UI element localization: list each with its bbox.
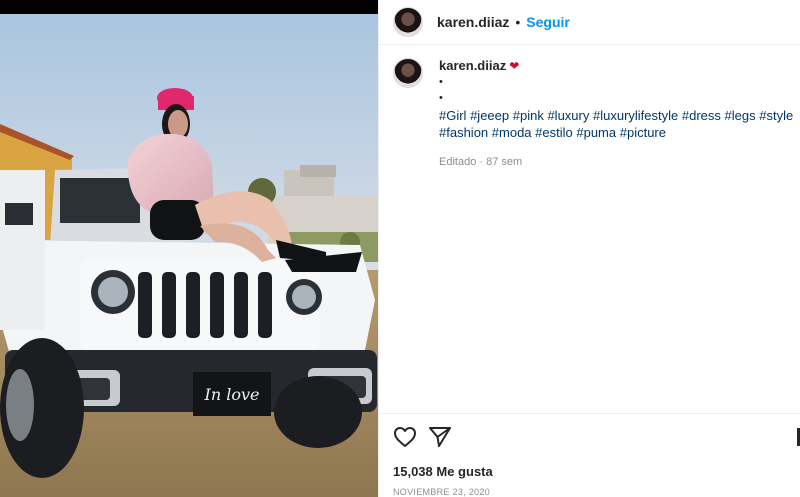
hashtag-link[interactable]: #style xyxy=(759,108,793,123)
hashtag-link[interactable]: #Girl xyxy=(439,108,466,123)
hashtag-link[interactable]: #luxury xyxy=(547,108,589,123)
hashtag-link[interactable]: #moda xyxy=(492,125,532,140)
hashtag-list: #Girl #jeeep #pink #luxury #luxurylifest… xyxy=(439,107,799,141)
meta-separator: · xyxy=(479,156,484,168)
plate-text: In love xyxy=(204,385,260,404)
paper-plane-icon[interactable] xyxy=(429,427,451,447)
hashtag-link[interactable]: #pink xyxy=(513,108,544,123)
caption-avatar[interactable] xyxy=(393,58,423,88)
hashtag-link[interactable]: #dress xyxy=(682,108,721,123)
heart-outline-icon[interactable] xyxy=(393,426,417,448)
edited-label: Editado xyxy=(439,156,477,168)
action-bar xyxy=(379,413,800,458)
separator-dot: • xyxy=(515,14,521,30)
likes-count[interactable]: 15,038 Me gusta xyxy=(393,464,493,479)
author-username[interactable]: karen.diiaz xyxy=(437,14,509,30)
author-avatar[interactable] xyxy=(393,7,423,37)
post-photo[interactable]: In love xyxy=(0,0,378,497)
caption-meta: Editado · 87 sem xyxy=(439,154,799,170)
photo-illustration: In love xyxy=(0,14,378,497)
hashtag-link[interactable]: #jeeep xyxy=(470,108,509,123)
caption-body: karen.diiaz ❤ • • #Girl #jeeep #pink #lux… xyxy=(439,58,799,170)
caption-bullet: • xyxy=(439,76,443,88)
hashtag-link[interactable]: #picture xyxy=(620,125,666,140)
heart-emoji-icon: ❤ xyxy=(509,59,520,73)
post-header: karen.diiaz • Seguir xyxy=(379,0,800,45)
hashtag-link[interactable]: #fashion xyxy=(439,125,488,140)
caption-bullet: • xyxy=(439,92,443,104)
post-caption: karen.diiaz ❤ • • #Girl #jeeep #pink #lux… xyxy=(379,58,800,170)
likes-number: 15,038 xyxy=(393,464,433,479)
hashtag-link[interactable]: #estilo xyxy=(535,125,573,140)
follow-button[interactable]: Seguir xyxy=(526,14,570,30)
hashtag-link[interactable]: #legs xyxy=(725,108,756,123)
hashtag-link[interactable]: #puma xyxy=(576,125,616,140)
caption-username[interactable]: karen.diiaz xyxy=(439,58,506,73)
post-age[interactable]: 87 sem xyxy=(486,156,522,168)
hashtag-link[interactable]: #luxurylifestyle xyxy=(593,108,678,123)
post-side-panel: karen.diiaz • Seguir karen.diiaz ❤ • • #G… xyxy=(378,0,800,497)
post-date[interactable]: NOVIEMBRE 23, 2020 xyxy=(393,487,490,497)
likes-label: Me gusta xyxy=(436,464,493,479)
